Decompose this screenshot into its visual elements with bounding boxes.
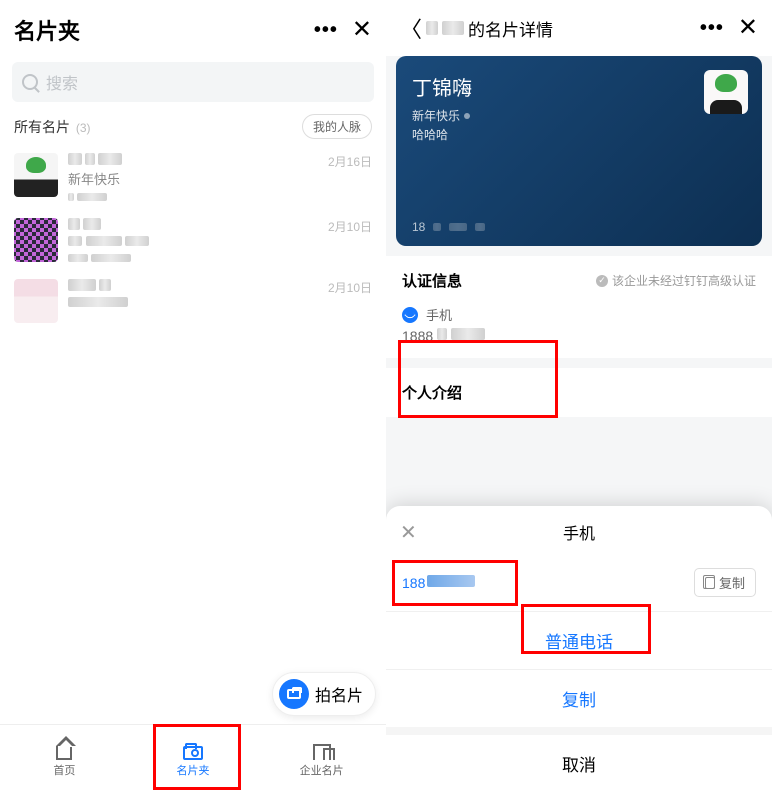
sheet-title: 手机: [400, 520, 758, 544]
search-placeholder: 搜索: [46, 70, 78, 94]
action-sheet: ✕ 手机 188 复制 普通电话 复制 取消: [386, 506, 772, 792]
scan-card-button[interactable]: 拍名片: [272, 672, 376, 716]
page-title: 名片夹: [14, 14, 80, 46]
tab-cards[interactable]: 名片夹: [129, 725, 258, 792]
page-title: 的名片详情: [426, 16, 553, 41]
copy-action-button[interactable]: 复制: [386, 669, 772, 727]
search-input[interactable]: 搜索: [12, 62, 374, 102]
contact-date: 2月10日: [328, 279, 372, 323]
tab-bar: 首页 名片夹 企业名片: [0, 724, 386, 792]
normal-call-button[interactable]: 普通电话: [386, 612, 772, 669]
close-icon[interactable]: ✕: [738, 16, 758, 40]
avatar: [14, 218, 58, 262]
search-icon: [22, 74, 38, 90]
list-item[interactable]: 2月10日: [0, 275, 386, 333]
copy-button[interactable]: 复制: [694, 568, 756, 597]
subheader: 所有名片 (3) 我的人脉: [0, 112, 386, 149]
close-icon[interactable]: ✕: [352, 18, 372, 42]
section-title: 个人介绍: [402, 382, 756, 403]
contact-subtitle: 新年快乐: [68, 169, 328, 188]
cancel-button[interactable]: 取消: [386, 735, 772, 792]
header: 〈 的名片详情 ••• ✕: [386, 0, 772, 56]
verification-section: 认证信息 ✓ 该企业未经过钉钉高级认证 手机 1888: [386, 256, 772, 358]
tab-enterprise[interactable]: 企业名片: [257, 725, 386, 792]
contact-date: 2月16日: [328, 153, 372, 204]
card-detail-screen: 〈 的名片详情 ••• ✕ 丁锦嗨 新年快乐 哈哈哈 18 认证信息: [386, 0, 772, 792]
building-icon: [311, 740, 333, 760]
card-bottom: 18: [412, 220, 485, 234]
card-folder-screen: 名片夹 ••• ✕ 搜索 所有名片 (3) 我的人脉 新年快乐 2月16日: [0, 0, 386, 792]
count-badge: (3): [76, 121, 91, 135]
intro-section: 个人介绍: [386, 368, 772, 417]
phone-icon: [402, 307, 418, 323]
verification-badge: ✓ 该企业未经过钉钉高级认证: [596, 272, 756, 289]
home-icon: [53, 740, 75, 760]
list-item[interactable]: 新年快乐 2月16日: [0, 149, 386, 214]
check-icon: ✓: [596, 275, 608, 287]
dot-icon: [464, 113, 470, 119]
card-subtitle: 新年快乐: [412, 107, 746, 124]
avatar: [14, 153, 58, 197]
header-actions: ••• ✕: [700, 16, 758, 40]
card-subtitle-2: 哈哈哈: [412, 126, 746, 143]
section-title: 认证信息: [402, 270, 462, 291]
back-icon[interactable]: 〈: [400, 12, 422, 44]
header-actions: ••• ✕: [314, 18, 372, 42]
tab-home[interactable]: 首页: [0, 725, 129, 792]
more-icon[interactable]: •••: [314, 19, 338, 42]
phone-number: 1888: [402, 328, 756, 344]
phone-field[interactable]: 手机: [402, 305, 756, 324]
sheet-close-icon[interactable]: ✕: [400, 520, 417, 545]
business-card: 丁锦嗨 新年快乐 哈哈哈 18: [396, 56, 762, 246]
list-item[interactable]: 2月10日: [0, 214, 386, 275]
camera-icon: [279, 679, 309, 709]
more-icon[interactable]: •••: [700, 17, 724, 40]
card-folder-icon: [182, 740, 204, 760]
copy-icon: [705, 577, 715, 589]
card-name: 丁锦嗨: [412, 72, 746, 101]
sheet-phone-number[interactable]: 188: [402, 575, 475, 591]
contact-date: 2月10日: [328, 218, 372, 265]
avatar: [14, 279, 58, 323]
avatar: [704, 70, 748, 114]
header: 名片夹 ••• ✕: [0, 0, 386, 56]
all-cards-label: 所有名片: [14, 119, 70, 135]
my-connections-button[interactable]: 我的人脉: [302, 114, 372, 139]
